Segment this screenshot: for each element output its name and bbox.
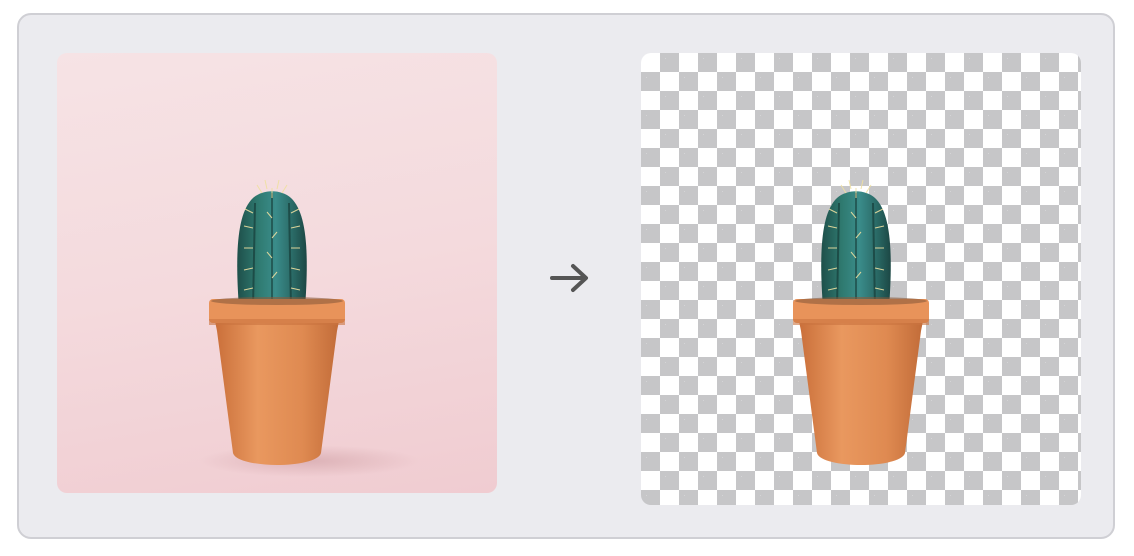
comparison-card xyxy=(17,13,1115,539)
cactus-cutout xyxy=(793,179,929,465)
background-removed-image xyxy=(641,53,1081,505)
terracotta-pot xyxy=(209,297,345,465)
cactus-photo xyxy=(199,179,419,477)
arrow-right-icon xyxy=(549,261,591,295)
original-image xyxy=(57,53,497,493)
terracotta-pot xyxy=(793,297,929,465)
cactus-body xyxy=(237,179,307,309)
cactus-body xyxy=(821,179,891,309)
